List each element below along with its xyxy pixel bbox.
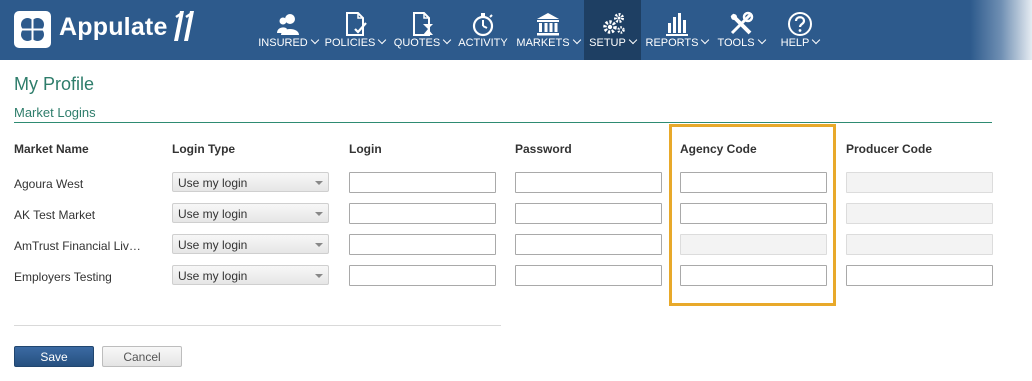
- header-market-name: Market Name: [14, 142, 89, 156]
- brand-mark-icon: [172, 9, 196, 46]
- nav-tools-label: TOOLS: [717, 37, 755, 49]
- login-type-select[interactable]: Use my login: [172, 234, 329, 254]
- login-type-select[interactable]: Use my login: [172, 172, 329, 192]
- login-type-select[interactable]: Use my login: [172, 265, 329, 285]
- nav-help-label: HELP: [780, 37, 810, 49]
- tools-icon: [730, 11, 754, 35]
- chevron-down-icon: [701, 35, 710, 45]
- nav-tools[interactable]: TOOLS: [715, 0, 767, 60]
- clover-logo-icon[interactable]: [14, 11, 51, 48]
- password-input[interactable]: [515, 172, 662, 193]
- cancel-button[interactable]: Cancel: [102, 346, 182, 367]
- market-name-cell: AK Test Market: [14, 208, 96, 222]
- nav-policies[interactable]: POLICIES: [323, 0, 387, 60]
- stopwatch-icon: [472, 13, 494, 37]
- footer-divider: [14, 325, 501, 326]
- nav-insured[interactable]: INSURED: [255, 0, 321, 60]
- nav-quotes[interactable]: QUOTES: [392, 0, 452, 60]
- login-input[interactable]: [349, 172, 496, 193]
- nav-activity[interactable]: ACTIVITY: [457, 0, 509, 60]
- nav-reports[interactable]: REPORTS: [645, 0, 710, 60]
- login-input[interactable]: [349, 234, 496, 255]
- login-type-value: Use my login: [178, 269, 248, 283]
- nav-help[interactable]: HELP: [775, 0, 825, 60]
- top-nav-bar: Appulate INSURED POLICIES QUOTES ACTIVIT…: [0, 0, 1032, 60]
- nav-setup-label: SETUP: [589, 37, 626, 49]
- chevron-down-icon: [757, 35, 766, 45]
- question-circle-icon: [788, 12, 812, 36]
- nav-markets[interactable]: MARKETS: [515, 0, 581, 60]
- dropdown-arrow-icon: [315, 212, 323, 216]
- section-divider: [14, 122, 992, 123]
- password-input[interactable]: [515, 203, 662, 224]
- section-title: Market Logins: [14, 105, 96, 120]
- producer-code-input: [846, 234, 993, 255]
- login-type-select[interactable]: Use my login: [172, 203, 329, 223]
- password-input[interactable]: [515, 234, 662, 255]
- login-input[interactable]: [349, 265, 496, 286]
- market-name-cell: Agoura West: [14, 177, 84, 191]
- market-name-cell: Employers Testing: [14, 270, 112, 284]
- market-name-cell: AmTrust Financial Liv…: [14, 239, 141, 253]
- save-button[interactable]: Save: [14, 346, 94, 367]
- document-hourglass-icon: [413, 12, 433, 36]
- nav-setup[interactable]: SETUP: [584, 0, 641, 60]
- bank-icon: [537, 13, 559, 36]
- header-login-type: Login Type: [172, 142, 236, 156]
- document-check-icon: [346, 12, 367, 36]
- page-title: My Profile: [14, 74, 95, 94]
- agency-code-highlight: [669, 124, 836, 306]
- nav-policies-label: POLICIES: [324, 37, 376, 49]
- password-input[interactable]: [515, 265, 662, 286]
- gears-icon: [602, 13, 625, 34]
- login-type-value: Use my login: [178, 238, 248, 252]
- producer-code-input[interactable]: [846, 265, 993, 286]
- chevron-down-icon: [812, 35, 821, 45]
- nav-insured-label: INSURED: [258, 37, 308, 49]
- chevron-down-icon: [572, 35, 581, 45]
- producer-code-input: [846, 203, 993, 224]
- bar-chart-icon: [666, 13, 688, 36]
- header-login: Login: [349, 142, 382, 156]
- dropdown-arrow-icon: [315, 181, 323, 185]
- login-type-value: Use my login: [178, 176, 248, 190]
- people-icon: [277, 14, 299, 35]
- nav-reports-label: REPORTS: [645, 37, 699, 49]
- chevron-down-icon: [628, 35, 638, 45]
- nav-markets-label: MARKETS: [516, 37, 570, 49]
- brand-name[interactable]: Appulate: [59, 13, 168, 42]
- header-password: Password: [515, 142, 572, 156]
- chevron-down-icon: [442, 35, 452, 45]
- login-type-value: Use my login: [178, 207, 248, 221]
- nav-activity-label: ACTIVITY: [458, 37, 508, 49]
- header-producer-code: Producer Code: [846, 142, 933, 156]
- dropdown-arrow-icon: [315, 243, 323, 247]
- login-input[interactable]: [349, 203, 496, 224]
- chevron-down-icon: [310, 35, 319, 45]
- dropdown-arrow-icon: [315, 274, 323, 278]
- nav-quotes-label: QUOTES: [393, 37, 441, 49]
- producer-code-input: [846, 172, 993, 193]
- chevron-down-icon: [378, 35, 387, 45]
